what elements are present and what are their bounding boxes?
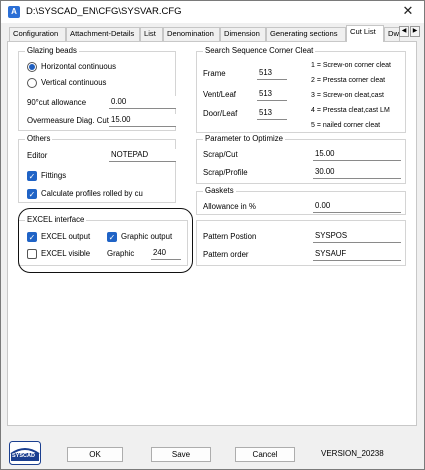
editor-input[interactable]: NOTEPAD — [109, 149, 176, 162]
vertical-continuous-radio[interactable] — [27, 78, 37, 88]
vertical-continuous-label: Vertical continuous — [41, 78, 107, 87]
pattern-order-label: Pattern order — [203, 250, 249, 259]
gaskets-title: Gaskets — [203, 186, 236, 196]
app-icon: A — [8, 6, 20, 18]
tab-configuration[interactable]: Configuration — [9, 27, 66, 41]
tab-attachment-details[interactable]: Attachment-Details — [66, 27, 140, 41]
ok-button[interactable]: OK — [67, 447, 123, 462]
glazing-beads-group: Glazing beads Horizontal continuous Vert… — [18, 46, 176, 131]
cut-allowance-label: 90°cut allowance — [27, 98, 87, 107]
window-title: D:\SYSCAD_EN\CFG\SYSVAR.CFG — [26, 6, 182, 17]
vent-leaf-label: Vent/Leaf — [203, 90, 236, 99]
frame-input[interactable]: 513 — [257, 67, 287, 80]
tab-list[interactable]: List — [140, 27, 163, 41]
save-button[interactable]: Save — [151, 447, 211, 462]
tab-scroll-right-icon[interactable]: ▶ — [410, 26, 420, 37]
horizontal-continuous-label: Horizontal continuous — [41, 62, 116, 71]
tab-scroll-left-icon[interactable]: ◀ — [399, 26, 409, 37]
dialog-window: A D:\SYSCAD_EN\CFG\SYSVAR.CFG ✕ Configur… — [0, 0, 425, 470]
optimize-group: Parameter to Optimize Scrap/Cut 15.00 Sc… — [196, 134, 406, 184]
horizontal-continuous-radio[interactable] — [27, 62, 37, 72]
pattern-order-input[interactable]: SYSAUF — [313, 248, 401, 261]
others-group: Others Editor NOTEPAD ✓ Fittings ✓ Calcu… — [18, 134, 176, 203]
others-title: Others — [25, 134, 53, 144]
calc-profiles-checkbox[interactable]: ✓ — [27, 189, 37, 199]
legend-item: 3 = Screw-on cleat,cast — [311, 92, 384, 99]
fittings-checkbox[interactable]: ✓ — [27, 171, 37, 181]
overmeasure-input[interactable]: 15.00 — [109, 114, 176, 127]
title-bar: A D:\SYSCAD_EN\CFG\SYSVAR.CFG ✕ — [1, 1, 424, 23]
scrap-profile-label: Scrap/Profile — [203, 168, 248, 177]
vent-leaf-input[interactable]: 513 — [257, 88, 287, 101]
scrap-cut-label: Scrap/Cut — [203, 150, 238, 159]
tab-dimension[interactable]: Dimension — [220, 27, 266, 41]
version-label: VERSION_20238 — [321, 449, 384, 458]
cut-allowance-input[interactable]: 0.00 — [109, 96, 176, 109]
allowance-label: Allowance in % — [203, 202, 256, 211]
glazing-beads-title: Glazing beads — [25, 46, 79, 56]
door-leaf-label: Door/Leaf — [203, 109, 238, 118]
legend-item: 4 = Pressta cleat,cast LM — [311, 107, 390, 114]
tab-generating-sections[interactable]: Generating sections — [266, 27, 346, 41]
tab-cut-list[interactable]: Cut List — [346, 25, 384, 42]
highlight-oval — [18, 208, 193, 273]
door-leaf-input[interactable]: 513 — [257, 107, 287, 120]
corner-cleat-group: Search Sequence Corner Cleat Frame 513 V… — [196, 46, 406, 133]
editor-label: Editor — [27, 151, 48, 160]
frame-label: Frame — [203, 69, 226, 78]
corner-cleat-title: Search Sequence Corner Cleat — [203, 46, 316, 56]
tab-denomination[interactable]: Denomination — [163, 27, 220, 41]
optimize-title: Parameter to Optimize — [203, 134, 285, 144]
fittings-label: Fittings — [41, 171, 67, 180]
scrap-cut-input[interactable]: 15.00 — [313, 148, 401, 161]
tab-dw[interactable]: Dw — [384, 27, 400, 41]
legend-item: 2 = Pressta corner cleat — [311, 77, 386, 84]
pattern-position-label: Pattern Postion — [203, 232, 257, 241]
gaskets-group: Gaskets Allowance in % 0.00 — [196, 186, 406, 215]
overmeasure-label: Overmeasure Diag. Cut — [27, 116, 109, 125]
allowance-input[interactable]: 0.00 — [313, 200, 401, 213]
close-icon[interactable]: ✕ — [400, 3, 416, 19]
pattern-position-input[interactable]: SYSPOS — [313, 230, 401, 243]
tab-strip: Configuration Attachment-Details List De… — [7, 25, 423, 42]
legend-item: 5 = nailed corner cleat — [311, 122, 381, 129]
logo-text: SYSCAD — [12, 453, 35, 459]
pattern-group: Pattern Postion SYSPOS Pattern order SYS… — [196, 220, 406, 266]
legend-item: 1 = Screw-on corner cleat — [311, 62, 391, 69]
calc-profiles-label: Calculate profiles rolled by cu — [41, 189, 143, 198]
scrap-profile-input[interactable]: 30.00 — [313, 166, 401, 179]
cancel-button[interactable]: Cancel — [235, 447, 295, 462]
